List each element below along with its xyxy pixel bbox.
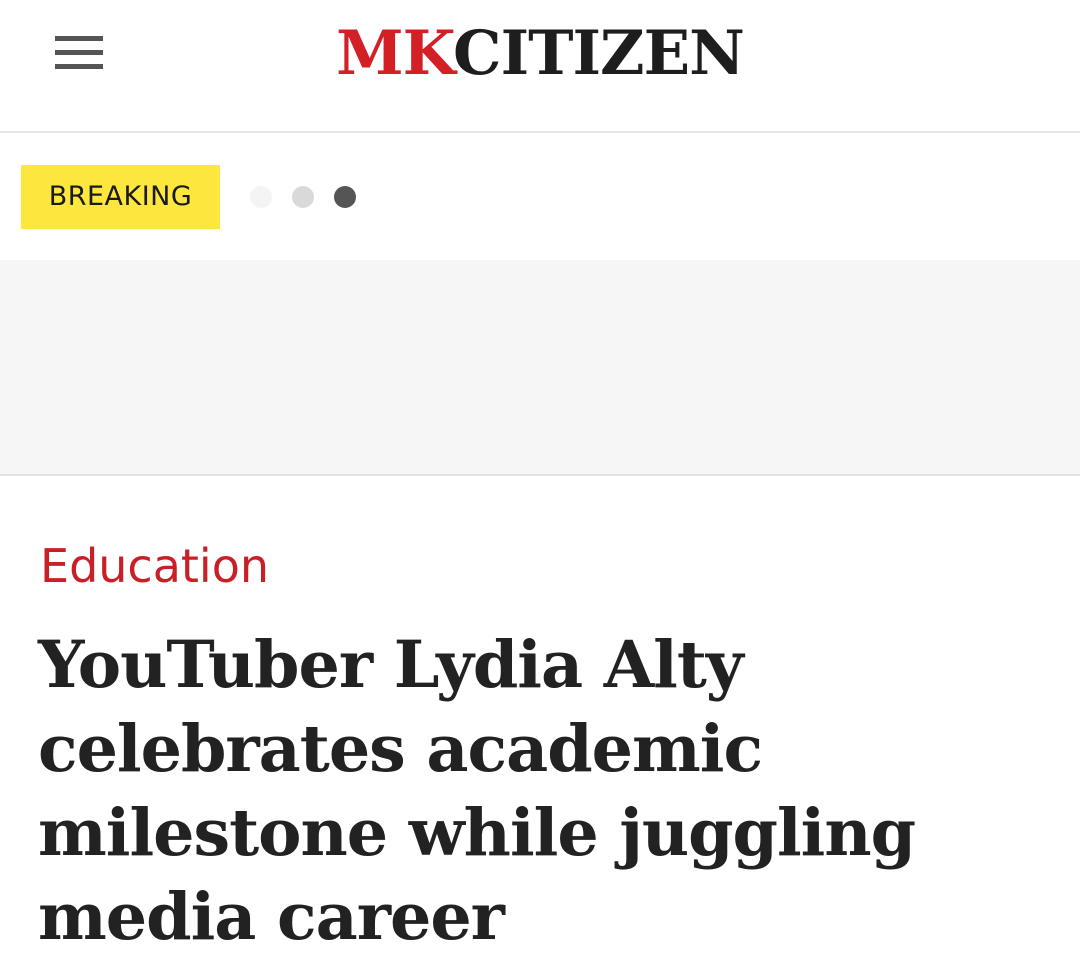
site-logo[interactable]: MKCITIZEN [302, 18, 778, 90]
ad-placeholder [0, 260, 1080, 476]
carousel-dot-3-active[interactable] [334, 186, 356, 208]
hamburger-menu-icon[interactable] [40, 24, 118, 82]
breaking-news-bar: BREAKING [0, 135, 1080, 260]
logo-mk: MK [336, 18, 454, 89]
site-header: MKCITIZEN [0, 0, 1080, 133]
carousel-dot-2[interactable] [292, 186, 314, 208]
breaking-badge: BREAKING [21, 165, 220, 229]
menu-line [55, 36, 103, 41]
menu-line [55, 64, 103, 69]
carousel-dot-1[interactable] [250, 186, 272, 208]
article: Education YouTuber Lydia Alty celebrates… [0, 478, 1080, 955]
category-link[interactable]: Education [40, 536, 269, 596]
logo-citizen: CITIZEN [453, 18, 745, 89]
article-headline: YouTuber Lydia Alty celebrates academic … [38, 627, 916, 955]
menu-line [55, 50, 103, 55]
